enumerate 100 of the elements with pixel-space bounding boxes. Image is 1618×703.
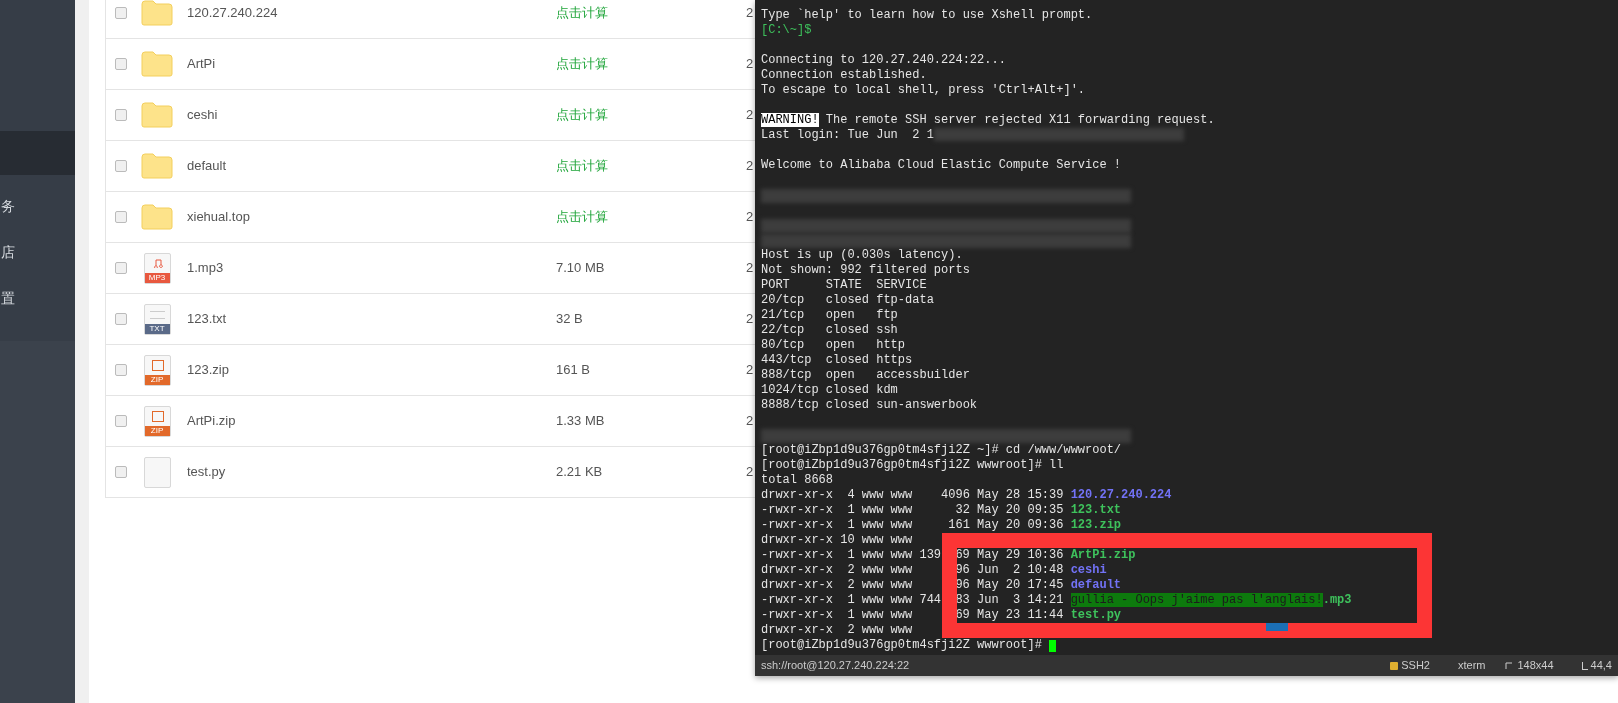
folder-icon [141, 102, 173, 128]
date-cell-text: 2 [746, 259, 754, 278]
file-name[interactable]: ceshi [187, 105, 556, 125]
folder-icon [141, 204, 173, 230]
checkbox[interactable] [115, 211, 127, 223]
terminal-line: 8888/tcp closed sun-answerbook [761, 398, 978, 412]
terminal-line: -rwxr-xr-x 1 www www [761, 608, 913, 622]
checkbox[interactable] [115, 109, 127, 121]
terminal-line: 80/tcp open http [761, 338, 906, 352]
folder-icon [141, 51, 173, 77]
file-name: ArtPi.zip [1070, 548, 1136, 562]
terminal-line: drwxr-xr-x 2 www www [761, 563, 913, 577]
file-name[interactable]: default [187, 156, 556, 176]
terminal-type: xterm [1458, 658, 1486, 674]
terminal-line: drwxr-xr-x 4 www www 4096 May 28 15:39 [761, 488, 1065, 502]
cursor-position-icon [1581, 661, 1588, 670]
date-cell-text: 2 [746, 310, 754, 329]
file-size: 7.10 MB [556, 259, 606, 278]
protocol-label: SSH2 [1401, 658, 1430, 674]
file-icon: MP3 [143, 252, 171, 284]
terminal-line: 96 Jun 2 10:48 [955, 563, 1065, 577]
file-name[interactable]: xiehual.top [187, 207, 556, 227]
file-name: ceshi [1070, 563, 1107, 577]
terminal-line: [root@iZbp1d9u376gp0tm4sfji2Z ~]# cd /www/wwwroot/ [761, 443, 1122, 457]
checkbox[interactable] [115, 415, 127, 427]
terminal-line: 20/tcp closed ftp-data [761, 293, 934, 307]
checkbox[interactable] [115, 7, 127, 19]
terminal-line: The remote SSH server rejected X11 forwarding request. [824, 113, 1215, 127]
sidebar-item[interactable]: 置 [0, 275, 75, 321]
file-name[interactable]: 123.txt [187, 309, 556, 329]
terminal-line: 1024/tcp closed kdm [761, 383, 898, 397]
file-name[interactable]: 1.mp3 [187, 258, 556, 278]
terminal-line: Welcome to Alibaba Cloud Elastic Compute Service ! [761, 158, 1122, 172]
checkbox[interactable] [115, 58, 127, 70]
checkbox[interactable] [115, 313, 127, 325]
warning-badge: WARNING! [761, 113, 819, 127]
file-name[interactable]: test.py [187, 462, 556, 482]
terminal-line: 69 May 29 10:36 [955, 548, 1065, 562]
checkbox[interactable] [115, 364, 127, 376]
terminal-line: 443/tcp closed https [761, 353, 913, 367]
checkbox[interactable] [115, 466, 127, 478]
file-name: test.py [1070, 608, 1122, 622]
file-name: 123.txt [1070, 503, 1122, 517]
terminal-line: 22/tcp closed ssh [761, 323, 898, 337]
file-name[interactable]: 120.27.240.224 [187, 3, 556, 23]
terminal-size: 148x44 [1517, 658, 1554, 674]
terminal-line: total 8668 [761, 473, 833, 487]
terminal-line: drwxr-xr-x 2 www www [761, 578, 913, 592]
terminal-line: -rwxr-xr-x 1 www www 32 May 20 09:35 [761, 503, 1065, 517]
file-icon: ZIP [143, 354, 171, 386]
terminal-line: To escape to local shell, press 'Ctrl+Alt+]'. [761, 83, 1086, 97]
file-name: 120.27.240.224 [1070, 488, 1172, 502]
terminal-line: 21/tcp open ftp [761, 308, 898, 322]
terminal-line: Host is up (0.030s latency). [761, 248, 963, 262]
date-cell-text: 2 [746, 157, 754, 176]
folder-icon [141, 0, 173, 26]
date-cell-text: 2 [746, 106, 754, 125]
terminal-line: Type `help' to learn how to use Xshell prompt. [761, 8, 1093, 22]
terminal-line: 69 May 23 11:44 [955, 608, 1065, 622]
file-size: 32 B [556, 310, 584, 329]
sidebar-item[interactable]: 务 [0, 183, 75, 229]
file-name[interactable]: ArtPi.zip [187, 411, 556, 431]
file-extension: .mp3 [1322, 593, 1352, 607]
terminal-line: 96 May 20 17:45 [955, 578, 1065, 592]
file-icon: ZIP [143, 405, 171, 437]
terminal-line: -rwxr-xr-x 1 www www 139 [761, 548, 942, 562]
file-name[interactable]: ArtPi [187, 54, 556, 74]
terminal-line: Not shown: 992 filtered ports [761, 263, 970, 277]
date-cell-text: 2 [746, 412, 754, 431]
terminal-line: [root@iZbp1d9u376gp0tm4sfji2Z wwwroot]# [761, 638, 1043, 653]
file-size: 1.33 MB [556, 412, 606, 431]
file-icon: TXT [143, 303, 171, 335]
date-cell-text: 2 [746, 208, 754, 227]
resize-icon [1505, 661, 1514, 670]
file-name: default [1070, 578, 1122, 592]
date-cell-text: 2 [746, 4, 754, 23]
terminal-line: [root@iZbp1d9u376gp0tm4sfji2Z wwwroot]# ll [761, 458, 1064, 472]
checkbox[interactable] [115, 160, 127, 172]
file-name[interactable]: 123.zip [187, 360, 556, 380]
cursor [1049, 639, 1057, 652]
terminal-line: Connecting to 120.27.240.224:22... [761, 53, 1006, 67]
terminal-line: drwxr-xr-x 10 www www [761, 533, 913, 547]
folder-icon [141, 153, 173, 179]
sidebar-item[interactable]: 店 [0, 229, 75, 275]
terminal-line: Connection established. [761, 68, 927, 82]
terminal-line: [C:\~]$ [761, 23, 812, 37]
file-name: 123.zip [1070, 518, 1122, 532]
date-cell-text: 2 [746, 463, 754, 482]
terminal-line: PORT STATE SERVICE [761, 278, 927, 292]
terminal-line: 888/tcp open accessbuilder [761, 368, 970, 382]
file-icon [143, 456, 171, 488]
terminal-line: 83 Jun 3 14:21 [955, 593, 1065, 607]
terminal-line: -rwxr-xr-x 1 www www 744 [761, 593, 942, 607]
terminal-line: -rwxr-xr-x 1 www www 161 May 20 09:36 [761, 518, 1065, 532]
file-size: 2.21 KB [556, 463, 604, 482]
date-cell-text: 2 [746, 55, 754, 74]
checkbox[interactable] [115, 262, 127, 274]
terminal-line: drwxr-xr-x 2 www www [761, 623, 913, 637]
cursor-position: 44,4 [1590, 658, 1612, 674]
lock-icon [1390, 661, 1399, 670]
